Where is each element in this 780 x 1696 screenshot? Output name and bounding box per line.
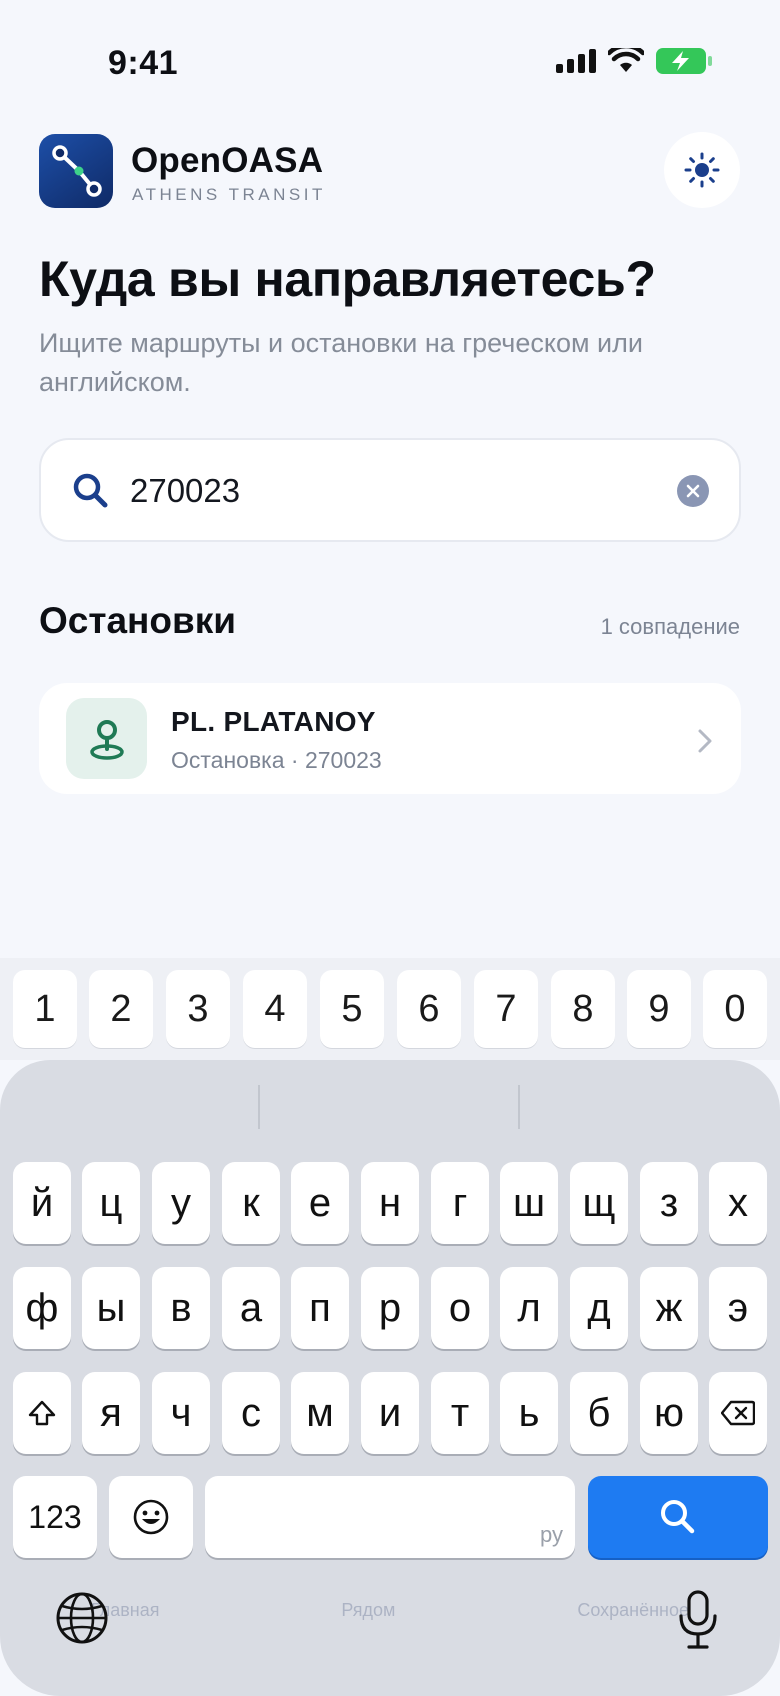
search-value[interactable]: 270023 — [130, 472, 240, 510]
key-7[interactable]: 7 — [474, 970, 538, 1048]
battery-charging-icon — [656, 48, 712, 74]
key-9[interactable]: 9 — [627, 970, 691, 1048]
status-icons — [556, 48, 712, 74]
backspace-key[interactable] — [709, 1372, 767, 1454]
key-8[interactable]: 8 — [551, 970, 615, 1048]
key-ц[interactable]: ц — [82, 1162, 140, 1244]
key-я[interactable]: я — [82, 1372, 140, 1454]
key-щ[interactable]: щ — [570, 1162, 628, 1244]
key-ч[interactable]: ч — [152, 1372, 210, 1454]
key-ь[interactable]: ь — [500, 1372, 558, 1454]
key-й[interactable]: й — [13, 1162, 71, 1244]
key-у[interactable]: у — [152, 1162, 210, 1244]
key-2[interactable]: 2 — [89, 970, 153, 1048]
search-icon — [661, 1500, 695, 1534]
suggestion-divider — [518, 1085, 520, 1129]
status-time: 9:41 — [108, 44, 179, 82]
clear-search-button[interactable] — [677, 475, 709, 507]
shift-key[interactable] — [13, 1372, 71, 1454]
key-х[interactable]: х — [709, 1162, 767, 1244]
key-о[interactable]: о — [431, 1267, 489, 1349]
app-logo — [39, 134, 113, 208]
key-ж[interactable]: ж — [640, 1267, 698, 1349]
results-count: 1 совпадение — [600, 614, 740, 639]
key-1[interactable]: 1 — [13, 970, 77, 1048]
suggestion-divider — [258, 1085, 260, 1129]
key-ы[interactable]: ы — [82, 1267, 140, 1349]
key-р[interactable]: р — [361, 1267, 419, 1349]
app-name: OpenOASA — [131, 141, 324, 180]
numbers-mode-key[interactable]: 123 — [13, 1476, 97, 1558]
sun-icon — [684, 152, 720, 188]
emoji-key[interactable] — [109, 1476, 193, 1558]
key-ю[interactable]: ю — [640, 1372, 698, 1454]
key-ш[interactable]: ш — [500, 1162, 558, 1244]
app-subtitle: ATHENS TRANSIT — [132, 185, 326, 204]
emoji-icon — [133, 1499, 169, 1535]
section-title-stops: Остановки — [39, 600, 237, 641]
stop-meta: Остановка · 270023 — [171, 747, 382, 773]
microphone-icon[interactable] — [676, 1590, 720, 1655]
key-6[interactable]: 6 — [397, 970, 461, 1048]
key-5[interactable]: 5 — [320, 970, 384, 1048]
key-3[interactable]: 3 — [166, 970, 230, 1048]
key-0[interactable]: 0 — [703, 970, 767, 1048]
key-п[interactable]: п — [291, 1267, 349, 1349]
route-logo-icon — [52, 145, 102, 197]
stop-icon-box — [66, 698, 147, 779]
key-м[interactable]: м — [291, 1372, 349, 1454]
page-subtitle: Ищите маршруты и остановки на греческом … — [39, 328, 643, 397]
key-с[interactable]: с — [222, 1372, 280, 1454]
page-title: Куда вы направляетесь? — [39, 251, 656, 307]
tab-saved: Сохранённое — [577, 1599, 690, 1620]
key-э[interactable]: э — [709, 1267, 767, 1349]
key-ф[interactable]: ф — [13, 1267, 71, 1349]
key-и[interactable]: и — [361, 1372, 419, 1454]
space-key[interactable]: ру — [205, 1476, 575, 1558]
key-а[interactable]: а — [222, 1267, 280, 1349]
tab-bar-behind-keyboard: Главная Рядом Сохранённое — [0, 1560, 780, 1660]
stop-name: PL. PLATANOY — [171, 706, 376, 737]
search-icon — [72, 472, 110, 515]
key-т[interactable]: т — [431, 1372, 489, 1454]
key-в[interactable]: в — [152, 1267, 210, 1349]
shift-icon — [28, 1400, 56, 1426]
key-з[interactable]: з — [640, 1162, 698, 1244]
tab-nearby: Рядом — [341, 1599, 396, 1620]
globe-icon[interactable] — [54, 1590, 110, 1651]
key-д[interactable]: д — [570, 1267, 628, 1349]
key-4[interactable]: 4 — [243, 970, 307, 1048]
clear-icon — [686, 484, 700, 498]
key-к[interactable]: к — [222, 1162, 280, 1244]
key-б[interactable]: б — [570, 1372, 628, 1454]
cellular-signal-icon — [556, 49, 596, 73]
key-л[interactable]: л — [500, 1267, 558, 1349]
map-pin-icon — [89, 719, 124, 760]
keyboard-search-button[interactable] — [588, 1476, 768, 1558]
key-г[interactable]: г — [431, 1162, 489, 1244]
key-е[interactable]: е — [291, 1162, 349, 1244]
backspace-icon — [721, 1400, 755, 1426]
wifi-icon — [608, 48, 644, 72]
chevron-right-icon — [695, 727, 715, 760]
key-н[interactable]: н — [361, 1162, 419, 1244]
theme-toggle-button[interactable] — [664, 132, 740, 208]
